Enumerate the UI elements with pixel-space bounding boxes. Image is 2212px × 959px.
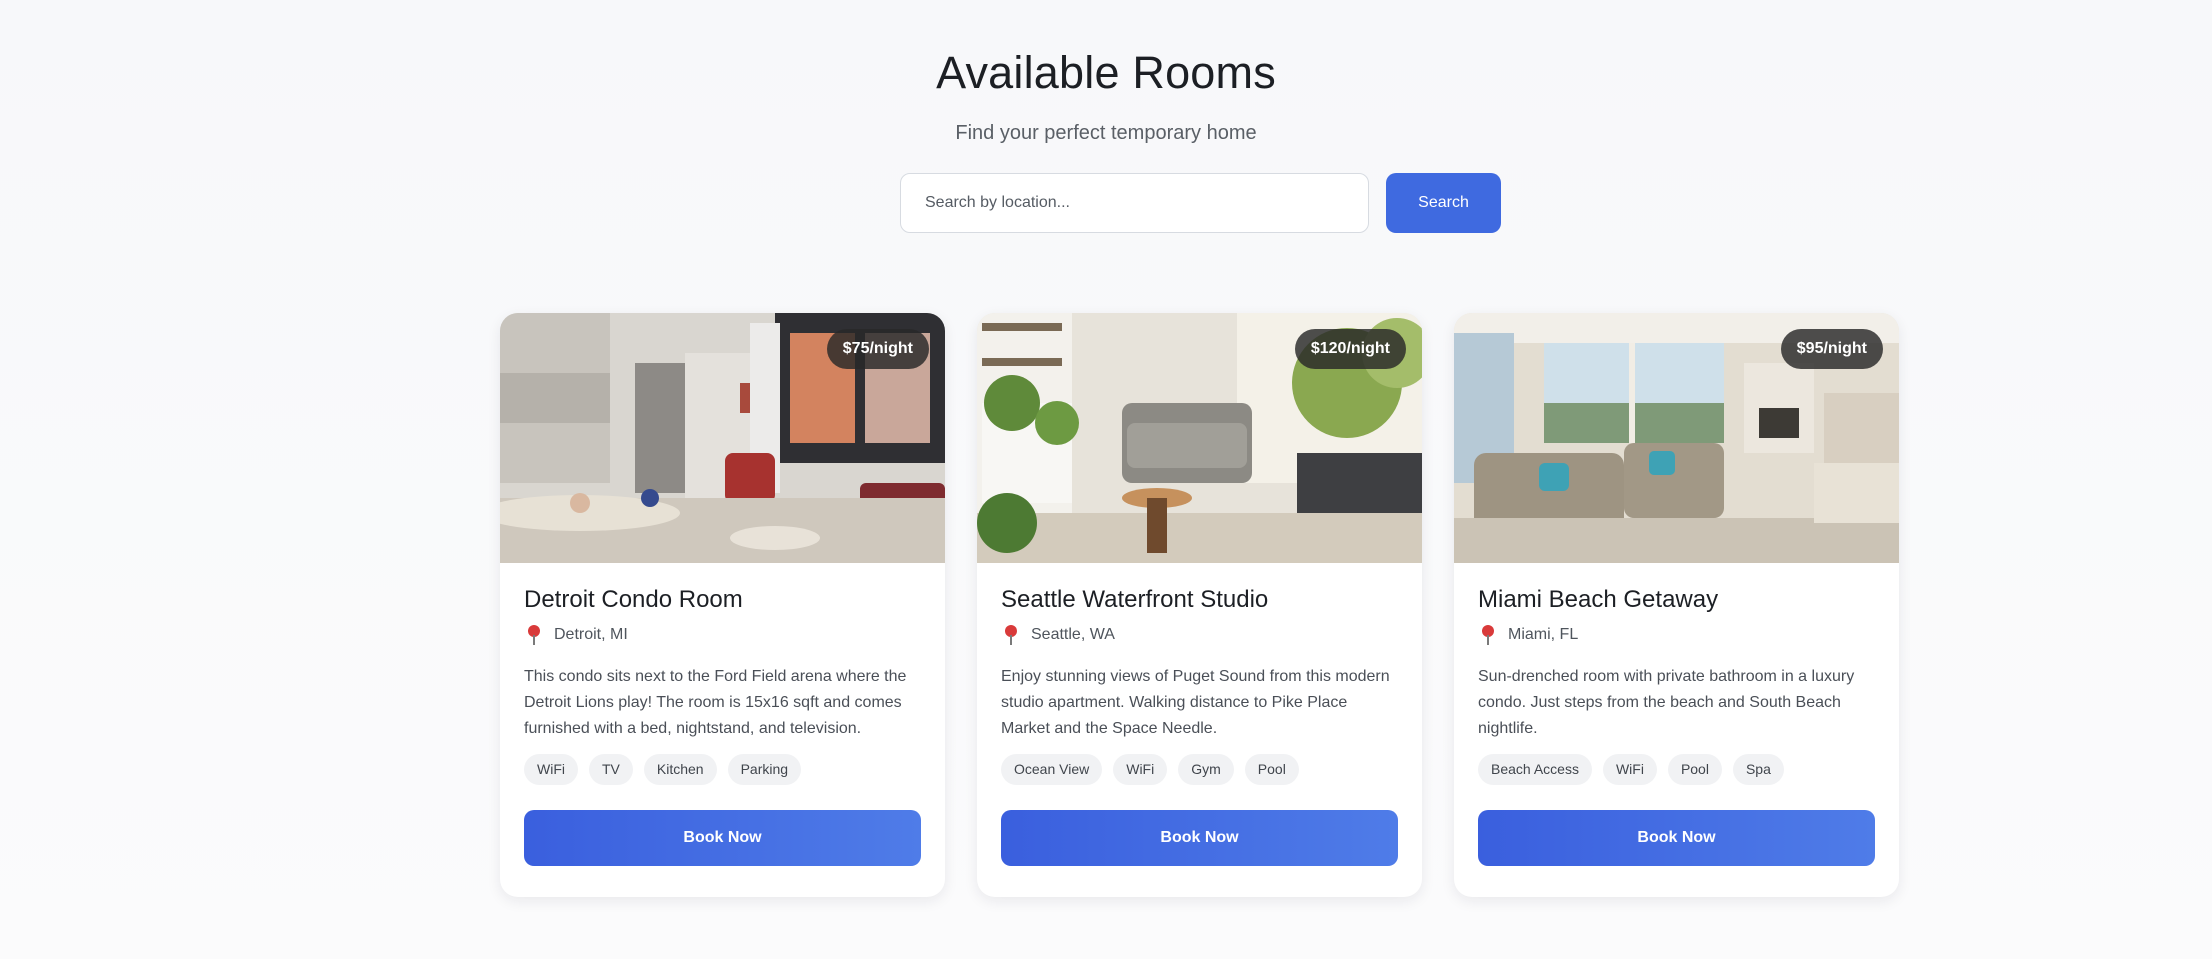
amenity-tag: Kitchen [643, 754, 717, 785]
map-pin-icon [524, 624, 544, 646]
page-header: Available Rooms Find your perfect tempor… [0, 46, 2212, 146]
search-input[interactable] [900, 173, 1369, 233]
amenity-tag: TV [589, 754, 633, 785]
room-card: $95/night Miami Beach Getaway Miami, FL … [1454, 313, 1899, 897]
room-photo: $95/night [1454, 313, 1899, 563]
room-location: Seattle, WA [1031, 626, 1115, 643]
price-badge: $95/night [1780, 329, 1883, 369]
room-photo: $120/night [977, 313, 1422, 563]
map-pin-icon [1478, 624, 1498, 646]
search-button[interactable]: Search [1386, 173, 1501, 233]
price-badge: $75/night [826, 329, 929, 369]
amenity-tag: Ocean View [1001, 754, 1103, 785]
room-description: Enjoy stunning views of Puget Sound from… [1001, 668, 1390, 737]
room-title: Miami Beach Getaway [1478, 586, 1719, 613]
room-title: Seattle Waterfront Studio [1001, 586, 1269, 613]
amenity-tag: Pool [1667, 754, 1722, 785]
room-location: Detroit, MI [554, 626, 628, 643]
price-badge: $120/night [1294, 329, 1406, 369]
amenity-tag: Gym [1178, 754, 1234, 785]
room-list: $75/night Detroit Condo Room Detroit, MI… [500, 313, 1899, 897]
amenity-tag: Beach Access [1478, 754, 1592, 785]
room-card: $120/night Seattle Waterfront Studio Sea… [977, 313, 1422, 897]
amenity-tag: Spa [1732, 754, 1784, 785]
amenity-tag: WiFi [524, 754, 578, 785]
room-description: This condo sits next to the Ford Field a… [524, 668, 907, 737]
amenity-list: Ocean View WiFi Gym Pool [1001, 754, 1398, 785]
room-photo: $75/night [500, 313, 945, 563]
amenity-tag: Pool [1244, 754, 1299, 785]
room-description: Sun-drenched room with private bathroom … [1478, 668, 1855, 737]
amenity-tag: Parking [727, 754, 802, 785]
room-location: Miami, FL [1508, 626, 1579, 643]
book-now-button[interactable]: Book Now [1478, 810, 1875, 866]
page-title: Available Rooms [936, 47, 1276, 98]
book-now-button[interactable]: Book Now [1001, 810, 1398, 866]
room-title: Detroit Condo Room [524, 586, 743, 613]
book-now-button[interactable]: Book Now [524, 810, 921, 866]
page-subtitle: Find your perfect temporary home [955, 122, 1257, 144]
search-bar: Search [900, 173, 1501, 233]
amenity-list: Beach Access WiFi Pool Spa [1478, 754, 1875, 785]
room-card: $75/night Detroit Condo Room Detroit, MI… [500, 313, 945, 897]
map-pin-icon [1001, 624, 1021, 646]
amenity-tag: WiFi [1602, 754, 1657, 785]
amenity-list: WiFi TV Kitchen Parking [524, 754, 921, 785]
amenity-tag: WiFi [1113, 754, 1168, 785]
